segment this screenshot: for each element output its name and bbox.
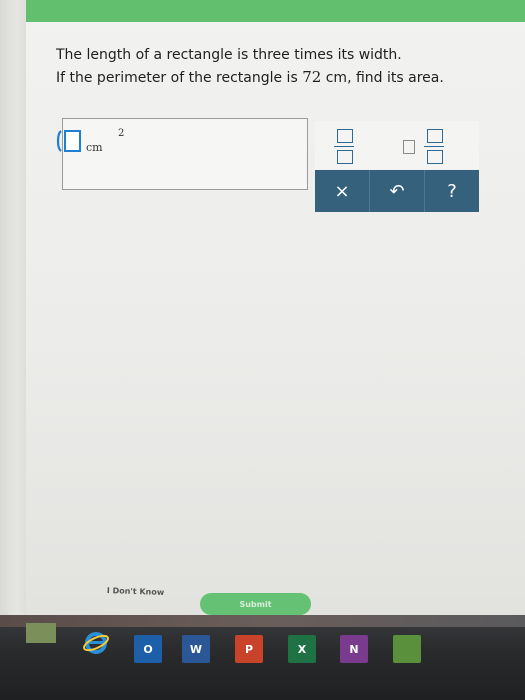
question-line-1: The length of a rectangle is three times… <box>56 47 402 63</box>
mixed-number-button[interactable] <box>403 127 451 165</box>
taskbar: O W P X N <box>0 615 525 700</box>
help-button[interactable]: ? <box>425 170 479 212</box>
outlook-icon[interactable]: O <box>134 635 162 663</box>
mixed-bar-icon <box>424 146 444 147</box>
mixed-numerator-icon <box>427 129 443 143</box>
assignment-page: The length of a rectangle is three times… <box>26 0 525 615</box>
excel-icon[interactable]: X <box>288 635 316 663</box>
outlook-label: O <box>143 642 153 656</box>
action-toolbar: × ↶ ? <box>315 170 479 212</box>
question-line-2-suffix: cm, find its area. <box>321 70 444 86</box>
taskbar-top-strip <box>0 615 525 627</box>
submit-button[interactable]: Submit <box>200 593 311 615</box>
excel-label: X <box>297 642 307 656</box>
question-line-2-prefix: If the perimeter of the rectangle is <box>56 70 303 86</box>
store-icon[interactable] <box>393 635 421 663</box>
word-icon[interactable]: W <box>182 635 210 663</box>
fraction-denominator-icon <box>337 150 353 164</box>
mixed-whole-icon <box>403 140 415 154</box>
answer-slot[interactable] <box>64 130 81 152</box>
help-icon: ? <box>447 180 457 202</box>
powerpoint-label: P <box>244 642 254 656</box>
close-icon: × <box>334 180 350 202</box>
fraction-numerator-icon <box>337 129 353 143</box>
clear-button[interactable]: × <box>315 170 370 212</box>
fraction-bar-icon <box>334 146 354 147</box>
file-explorer-icon[interactable] <box>26 623 56 643</box>
math-template-toolbar <box>315 121 479 169</box>
undo-button[interactable]: ↶ <box>370 170 425 212</box>
onenote-label: N <box>349 642 359 656</box>
answer-input-box[interactable] <box>62 118 308 190</box>
monitor-bezel <box>0 0 28 615</box>
undo-icon: ↶ <box>389 180 405 202</box>
internet-explorer-icon[interactable] <box>82 629 110 657</box>
unit-label: cm <box>86 141 103 154</box>
mixed-denominator-icon <box>427 150 443 164</box>
word-label: W <box>189 642 203 656</box>
perimeter-value: 72 <box>302 68 322 86</box>
dont-know-button[interactable]: I Don't Know <box>88 579 184 602</box>
header-bar <box>26 0 525 22</box>
question-text: The length of a rectangle is three times… <box>56 44 496 89</box>
onenote-icon[interactable]: N <box>340 635 368 663</box>
unit-exponent: 2 <box>118 128 125 139</box>
fraction-button[interactable] <box>333 127 355 165</box>
question-line-2: If the perimeter of the rectangle is 72 … <box>56 66 496 89</box>
powerpoint-icon[interactable]: P <box>235 635 263 663</box>
ie-logo-icon <box>83 632 109 654</box>
